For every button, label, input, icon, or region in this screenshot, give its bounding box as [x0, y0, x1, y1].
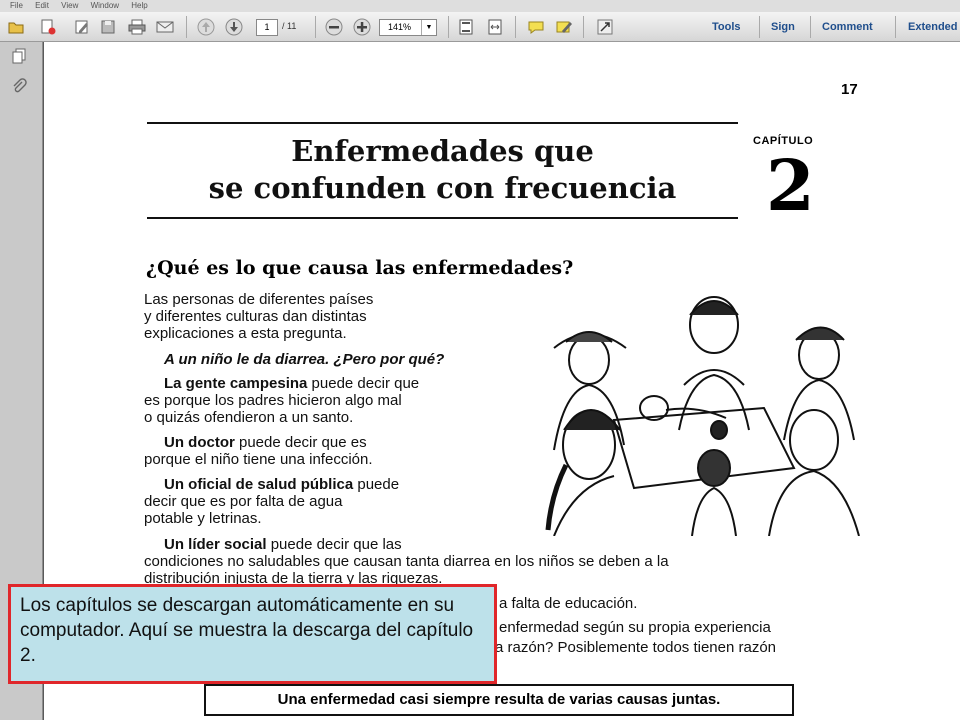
toolbar-separator: [448, 16, 449, 38]
campesina-bold: La gente campesina: [164, 375, 308, 392]
chapter-title: Enfermedades que se confunden con frecue…: [147, 133, 738, 207]
comment-icon[interactable]: [526, 17, 546, 37]
pages-icon[interactable]: [10, 48, 28, 66]
doctor-bold: Un doctor: [164, 434, 235, 451]
menu-bar: File Edit View Window Help: [0, 0, 960, 12]
page-number-input[interactable]: 1: [256, 19, 278, 36]
zoom-select[interactable]: 141% ▼: [379, 19, 437, 36]
section-heading: ¿Qué es lo que causa las enfermedades?: [146, 257, 574, 279]
menu-window[interactable]: Window: [91, 0, 119, 12]
print-icon[interactable]: [127, 17, 147, 37]
title-rule-top: [147, 122, 738, 124]
tools-link[interactable]: Tools: [712, 18, 741, 36]
edit-icon[interactable]: [72, 17, 92, 37]
toolbar-separator: [515, 16, 516, 38]
oficial-text: puede: [353, 476, 400, 493]
campesina-text: puede decir que: [307, 375, 420, 392]
lider-line-1: Un líder social puede decir que las: [164, 536, 402, 553]
title-rule-bottom: [147, 217, 738, 219]
menu-help[interactable]: Help: [131, 0, 147, 12]
highlight-icon[interactable]: [554, 17, 574, 37]
lider-line-2: condiciones no saludables que causan tan…: [144, 553, 669, 570]
intro-line-1: Las personas de diferentes países: [144, 291, 374, 308]
boxed-summary: Una enfermedad casi siempre resulta de v…: [204, 684, 794, 716]
toolbar-separator: [759, 16, 760, 38]
expand-icon[interactable]: [595, 17, 615, 37]
oficial-bold: Un oficial de salud pública: [164, 476, 354, 493]
page-number: 17: [841, 81, 858, 98]
menu-view[interactable]: View: [61, 0, 78, 12]
zoom-in-icon[interactable]: [352, 17, 372, 37]
people-illustration: [545, 296, 860, 536]
zoom-value: 141%: [388, 22, 412, 32]
oficial-line-2: decir que es por falta de agua: [144, 493, 343, 510]
previous-page-icon[interactable]: [196, 17, 216, 37]
chapter-title-line2: se confunden con frecuencia: [208, 171, 677, 205]
doctor-line-2: porque el niño tiene una infección.: [144, 451, 373, 468]
question: A un niño le da diarrea. ¿Pero por qué?: [164, 351, 445, 368]
toolbar: 1 / 11 141% ▼ Tools Sign Comment Extende…: [0, 12, 960, 42]
chapter-number: 2: [766, 144, 815, 227]
doctor-line-1: Un doctor puede decir que es: [164, 434, 367, 451]
open-icon[interactable]: [6, 17, 26, 37]
page-total: / 11: [282, 21, 297, 31]
lider-text: puede decir que las: [266, 536, 402, 553]
toolbar-separator: [810, 16, 811, 38]
extended-link[interactable]: Extended: [908, 18, 958, 36]
create-pdf-icon[interactable]: [38, 17, 58, 37]
chapter-title-line1: Enfermedades que: [291, 134, 594, 168]
campesina-line-3: o quizás ofendieron a un santo.: [144, 409, 354, 426]
oficial-line-1: Un oficial de salud pública puede: [164, 476, 399, 493]
partial-line-3: a razón? Posiblemente todos tienen razón: [495, 639, 777, 656]
partial-line-2: enfermedad según su propia experiencia: [499, 619, 771, 636]
callout-box: Los capítulos se descargan automáticamen…: [8, 584, 497, 684]
sign-link[interactable]: Sign: [771, 18, 795, 36]
chevron-down-icon[interactable]: ▼: [421, 20, 436, 35]
campesina-line-1: La gente campesina puede decir que: [164, 375, 419, 392]
fit-width-icon[interactable]: [485, 17, 505, 37]
partial-line-1: a falta de educación.: [499, 595, 638, 612]
intro-line-2: y diferentes culturas dan distintas: [144, 308, 367, 325]
doctor-text: puede decir que es: [234, 434, 367, 451]
campesina-line-2: es porque los padres hicieron algo mal: [144, 392, 402, 409]
intro-line-3: explicaciones a esta pregunta.: [144, 325, 347, 342]
toolbar-separator: [583, 16, 584, 38]
next-page-icon[interactable]: [224, 17, 244, 37]
menu-file[interactable]: File: [10, 0, 23, 12]
toolbar-separator: [186, 16, 187, 38]
toolbar-separator: [895, 16, 896, 38]
menu-edit[interactable]: Edit: [35, 0, 49, 12]
comment-link[interactable]: Comment: [822, 18, 873, 36]
email-icon[interactable]: [155, 17, 175, 37]
lider-bold: Un líder social: [164, 536, 267, 553]
zoom-out-icon[interactable]: [324, 17, 344, 37]
save-icon[interactable]: [98, 17, 118, 37]
attachments-icon[interactable]: [10, 78, 28, 96]
toolbar-separator: [315, 16, 316, 38]
fit-page-icon[interactable]: [456, 17, 476, 37]
oficial-line-3: potable y letrinas.: [144, 510, 262, 527]
